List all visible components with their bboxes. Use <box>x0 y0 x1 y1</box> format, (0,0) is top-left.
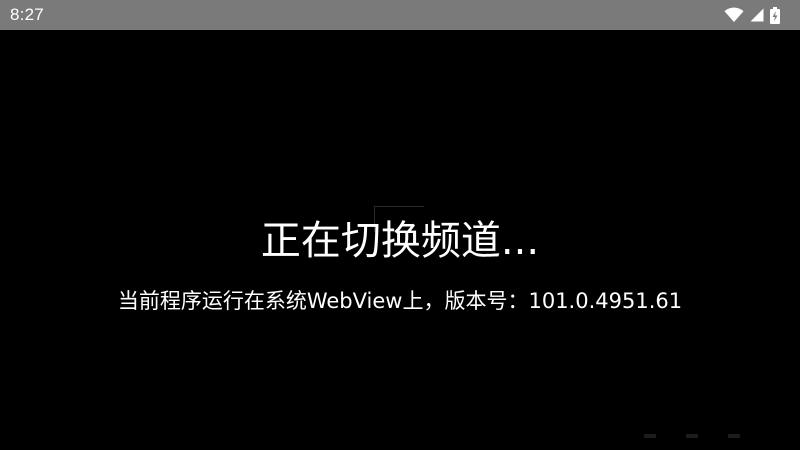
webview-version-info: 当前程序运行在系统WebView上，版本号：101.0.4951.61 <box>117 289 683 313</box>
hint-mark <box>728 434 740 438</box>
cell-signal-icon <box>750 8 764 22</box>
webview-screen: 正在切换频道... 当前程序运行在系统WebView上，版本号：101.0.49… <box>0 30 800 450</box>
battery-charging-icon <box>770 6 780 24</box>
status-icons <box>724 6 780 24</box>
loading-message: 正在切换频道... <box>260 218 540 264</box>
hint-mark <box>686 434 698 438</box>
status-bar: 8:27 <box>0 0 800 30</box>
hint-mark <box>644 434 656 438</box>
faint-hint-marks <box>644 434 740 438</box>
status-clock: 8:27 <box>10 5 44 24</box>
wifi-icon <box>724 7 744 23</box>
